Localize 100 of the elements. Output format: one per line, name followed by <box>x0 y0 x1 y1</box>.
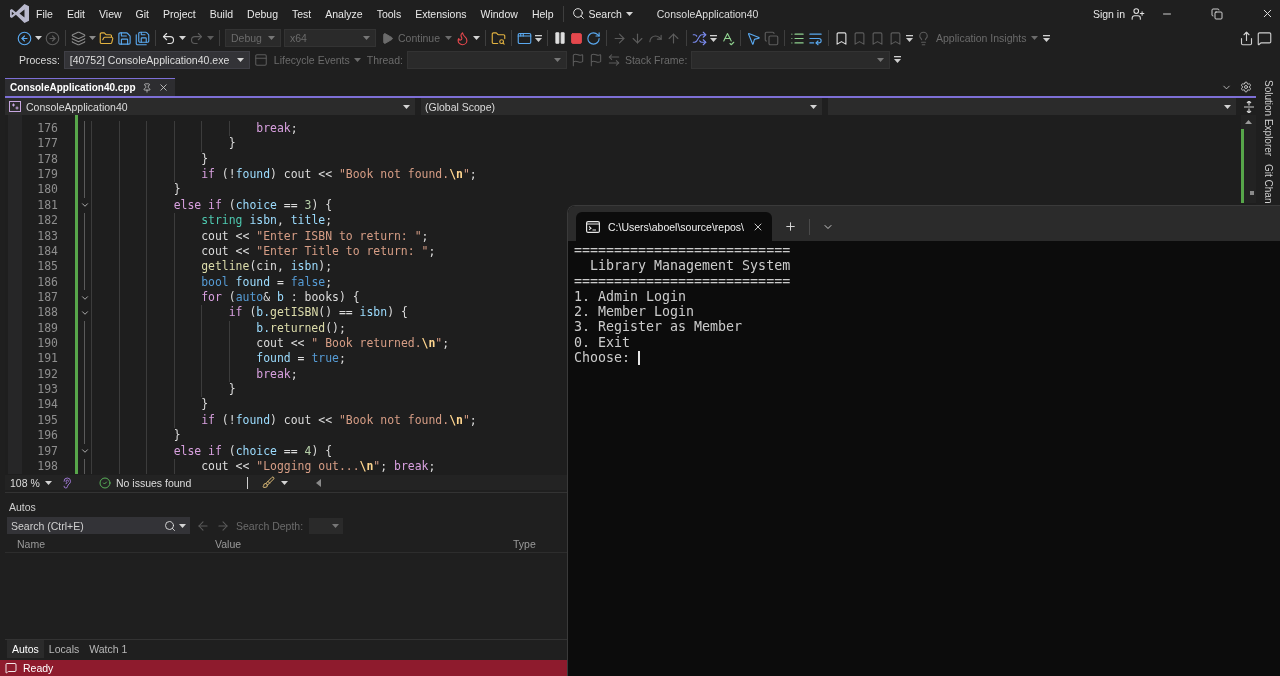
line-number: 193 <box>37 382 58 398</box>
console-line: =========================== <box>574 243 791 259</box>
overflow-icon[interactable] <box>710 34 718 42</box>
document-tab[interactable]: ConsoleApplication40.cpp <box>5 78 175 96</box>
line-number: 195 <box>37 412 58 429</box>
line-number: 194 <box>37 397 58 413</box>
caret-icon[interactable] <box>473 36 481 40</box>
restore-icon[interactable] <box>1211 7 1223 20</box>
scroll-left-icon[interactable] <box>316 478 322 487</box>
list-icon[interactable] <box>790 30 806 46</box>
menu-item[interactable]: Debug <box>240 3 285 24</box>
fold-chevron-icon[interactable] <box>79 308 90 318</box>
caret-icon[interactable] <box>35 36 42 40</box>
text-cursor-icon <box>638 350 640 365</box>
shuffle-icon[interactable] <box>692 30 708 46</box>
window-title: ConsoleApplication40 <box>656 7 759 20</box>
sign-in-button[interactable]: Sign in <box>1092 6 1145 21</box>
issues-button[interactable]: No issues found <box>99 476 192 489</box>
line-number: 196 <box>37 428 58 444</box>
console-line: 3. Register as Member <box>574 319 743 335</box>
close-icon[interactable] <box>157 82 169 93</box>
menu-item[interactable]: Analyze <box>318 3 370 24</box>
caret-icon[interactable] <box>281 480 289 485</box>
search-depth-label: Search Depth: <box>236 519 304 532</box>
search-field[interactable]: Search (Ctrl+E) <box>7 517 190 534</box>
zoom-dropdown[interactable]: 108 % <box>7 476 55 489</box>
arrow-right-icon[interactable] <box>612 30 628 46</box>
process-dropdown[interactable]: [40752] ConsoleApplication40.exe <box>63 50 250 69</box>
save-icon[interactable] <box>117 30 132 46</box>
settings-icon[interactable] <box>1240 81 1252 93</box>
overflow-icon[interactable] <box>535 34 543 42</box>
menu-item[interactable]: View <box>92 3 129 24</box>
scope-dropdown[interactable]: (Global Scope) <box>421 98 822 115</box>
message-icon[interactable] <box>1257 30 1272 46</box>
search-input[interactable]: Search (Ctrl+E) <box>11 519 161 532</box>
spell-check-icon[interactable] <box>720 30 736 46</box>
search-icon[interactable] <box>164 519 176 532</box>
project-dropdown[interactable]: ConsoleApplication40 <box>5 98 415 115</box>
undo-icon[interactable] <box>161 30 176 46</box>
line-number: 190 <box>37 336 58 352</box>
caret-icon <box>45 480 52 485</box>
terminal-tab[interactable]: C:\Users\aboel\source\repos\ <box>576 212 772 241</box>
close-icon[interactable] <box>1261 7 1274 20</box>
menu-item[interactable]: Window <box>473 3 525 24</box>
panel-tab[interactable]: Locals <box>43 640 85 658</box>
line-number: 198 <box>37 458 58 475</box>
line-number: 186 <box>37 274 58 290</box>
arrow-down-icon[interactable] <box>630 30 646 46</box>
split-icon[interactable] <box>1244 100 1254 113</box>
logo-icon[interactable] <box>10 4 29 23</box>
folder-search-icon[interactable] <box>491 30 507 46</box>
menu-item[interactable]: Extensions <box>408 3 474 24</box>
overflow-icon[interactable] <box>1042 34 1050 42</box>
column-header: Value <box>215 538 242 550</box>
pin-icon[interactable] <box>141 82 152 93</box>
stop-icon[interactable] <box>570 31 584 45</box>
console-line: =========================== <box>574 273 791 289</box>
window-icon[interactable] <box>517 30 533 46</box>
user-plus-icon[interactable] <box>1131 6 1145 21</box>
ear-icon[interactable] <box>61 476 73 489</box>
caret-icon <box>553 57 561 62</box>
menu-item[interactable]: Tools <box>369 3 409 24</box>
pointer-icon[interactable] <box>746 30 762 46</box>
menu-item[interactable]: File <box>29 3 60 24</box>
wrap-text-icon[interactable] <box>808 30 824 46</box>
caret-icon[interactable] <box>179 36 186 40</box>
side-tab[interactable]: Git Chan <box>1262 164 1274 204</box>
caret-icon <box>1224 104 1231 109</box>
pause-icon[interactable] <box>553 31 568 45</box>
menu-item[interactable]: Project <box>156 3 203 24</box>
caret-icon[interactable] <box>89 36 96 40</box>
folder-open-icon[interactable] <box>99 30 114 46</box>
menu-item[interactable]: Git <box>128 3 156 24</box>
layers-icon[interactable] <box>71 30 86 46</box>
overflow-icon[interactable] <box>906 34 914 42</box>
search-icon[interactable] <box>571 7 585 20</box>
plus-icon[interactable] <box>784 220 797 233</box>
overflow-icon[interactable] <box>894 56 902 63</box>
menu-item[interactable]: Build <box>202 3 241 24</box>
caret-icon <box>236 57 244 62</box>
save-all-icon[interactable] <box>135 30 150 46</box>
caret-icon <box>363 36 370 40</box>
panel-tab[interactable]: Autos <box>7 640 44 658</box>
menu-item[interactable]: Help <box>524 3 561 24</box>
restart-icon[interactable] <box>586 30 602 46</box>
menu-item[interactable]: Test <box>285 3 319 24</box>
panel-tab[interactable]: Watch 1 <box>84 640 133 658</box>
share-icon[interactable] <box>1239 30 1254 46</box>
search-button[interactable]: Search <box>565 4 639 23</box>
line-number: 188 <box>37 305 58 321</box>
brush-icon[interactable] <box>262 476 276 489</box>
menu-item[interactable]: Edit <box>59 3 92 24</box>
side-tab[interactable]: Solution Explorer <box>1262 80 1274 157</box>
caret-icon[interactable] <box>625 11 633 16</box>
search-depth-dropdown[interactable] <box>309 517 344 534</box>
line-number: 176 <box>37 121 58 137</box>
stack-frame-label: Stack Frame: <box>624 53 688 66</box>
line-number: 182 <box>37 213 58 229</box>
caret-icon <box>1030 36 1038 40</box>
bookmark-icon[interactable] <box>834 30 850 46</box>
